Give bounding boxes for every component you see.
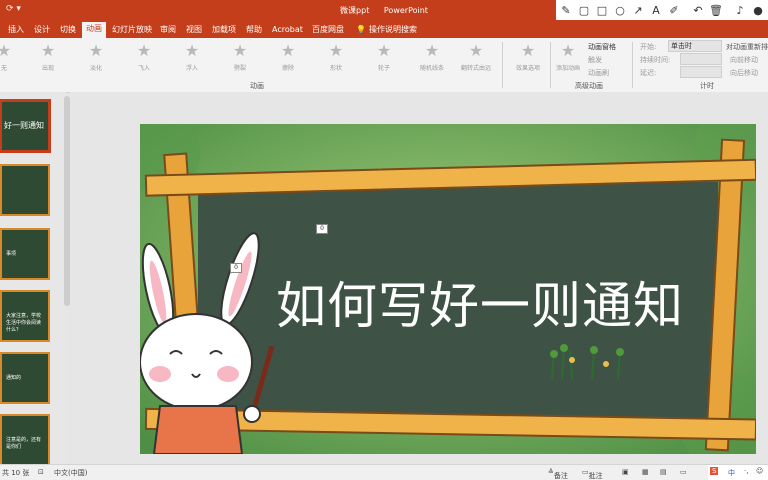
slide-thumbnail-1[interactable]: 好一则通知 <box>0 100 50 152</box>
add-animation-button[interactable]: ★ 添加动画 <box>548 41 588 73</box>
star-icon: ★ <box>40 41 56 60</box>
animation-pane-button[interactable]: 动画窗格 <box>588 42 616 52</box>
group-label-timing: 计时 <box>700 82 714 90</box>
anim-float-in[interactable]: ★ 浮入 <box>172 41 212 73</box>
anim-fly-in[interactable]: ★ 飞入 <box>124 41 164 73</box>
star-icon: ★ <box>328 41 344 60</box>
anim-shape[interactable]: ★ 形状 <box>316 41 356 73</box>
divider <box>632 42 633 88</box>
ime-skin-icon[interactable]: ☺ <box>756 467 763 475</box>
star-icon: ★ <box>232 41 248 60</box>
move-later-button[interactable]: 向后移动 <box>730 68 758 78</box>
tab-insert[interactable]: 插入 <box>4 23 28 38</box>
app-name: PowerPoint <box>383 6 428 15</box>
anim-grow-turn[interactable]: ★ 翻转式由远 <box>456 41 496 73</box>
speaker-icon[interactable]: ♪ <box>732 3 748 19</box>
anim-fade[interactable]: ★ 淡化 <box>76 41 116 73</box>
move-earlier-button[interactable]: 向前移动 <box>730 55 758 65</box>
ribbon-tabs: 插入 设计 切换 动画 幻灯片放映 审阅 视图 加载项 帮助 Acrobat 百… <box>0 20 768 38</box>
pen-icon[interactable]: ✎ <box>558 3 574 19</box>
star-icon: ★ <box>520 41 536 60</box>
slide-thumbnail-5[interactable]: 通知的 <box>0 352 50 404</box>
trigger-button[interactable]: 触发 <box>588 55 602 65</box>
tab-acrobat[interactable]: Acrobat <box>268 23 307 38</box>
status-bar: 共 10 张 ⊡ 中文(中国) ≙ 备注 ▭ 批注 ▣ ▦ ▤ ▭ S 中 ·,… <box>0 464 768 480</box>
anim-wheel[interactable]: ★ 轮子 <box>364 41 404 73</box>
tab-baidu-netdisk[interactable]: 百度网盘 <box>308 23 348 38</box>
gallery-scroll[interactable] <box>502 42 503 88</box>
file-name: 微课ppt <box>340 6 370 15</box>
star-icon: ★ <box>424 41 440 60</box>
reading-view-icon[interactable]: ▤ <box>660 468 667 476</box>
sogou-icon[interactable]: S <box>710 467 719 475</box>
tab-design[interactable]: 设计 <box>30 23 54 38</box>
language-indicator[interactable]: 中文(中国) <box>54 468 87 478</box>
anim-split[interactable]: ★ 劈裂 <box>220 41 260 73</box>
tab-help[interactable]: 帮助 <box>242 23 266 38</box>
ime-punct-icon[interactable]: ·, <box>744 467 748 475</box>
slide-count: 共 10 张 <box>2 469 30 477</box>
anim-none[interactable]: ★ 无 <box>0 41 24 73</box>
star-icon: ★ <box>88 41 104 60</box>
circle-icon[interactable]: ○ <box>612 3 628 19</box>
text-icon[interactable]: A <box>648 3 664 19</box>
anim-appear[interactable]: ★ 出现 <box>28 41 68 73</box>
star-icon: ★ <box>184 41 200 60</box>
normal-view-icon[interactable]: ▣ <box>622 468 629 476</box>
tab-view[interactable]: 视图 <box>182 23 206 38</box>
star-plus-icon: ★ <box>560 41 576 60</box>
delete-icon[interactable]: 🗑 <box>708 3 724 19</box>
notes-button[interactable]: ≙ 备注 <box>548 468 568 480</box>
slide-thumbnail-4[interactable]: 大家注意，学校生活中你会阅读什么？ <box>0 290 50 342</box>
star-icon: ★ <box>136 41 152 60</box>
square-icon[interactable]: □ <box>594 3 610 19</box>
ime-toolbar: S 中 ·, ☺ <box>708 465 768 480</box>
ribbon-animations: ★ 无 ★ 出现 ★ 淡化 ★ 飞入 ★ 浮入 ★ 劈裂 ★ 擦除 ★ 形状 ★ 轮子 ★ 随机线条… <box>0 38 768 93</box>
comments-button[interactable]: ▭ 批注 <box>582 468 603 480</box>
star-icon: ★ <box>376 41 392 60</box>
duration-input[interactable] <box>680 53 722 65</box>
slide-thumbnail-pane: 好一则通知 事项 大家注意，学校生活中你会阅读什么？ 通知的 注意是的，还有是你… <box>0 92 66 466</box>
animation-tag[interactable]: 0 <box>316 224 328 234</box>
tab-animations[interactable]: 动画 <box>82 22 106 38</box>
tab-transitions[interactable]: 切换 <box>56 23 80 38</box>
tell-me-search[interactable]: 💡 操作说明搜索 <box>352 23 421 38</box>
tell-me-label: 操作说明搜索 <box>368 25 417 34</box>
delay-label: 延迟: <box>640 69 657 77</box>
start-select[interactable]: 单击时 <box>668 40 722 52</box>
group-label-advanced: 高级动画 <box>575 82 603 90</box>
anim-wipe[interactable]: ★ 擦除 <box>268 41 308 73</box>
delay-input[interactable] <box>680 66 722 78</box>
slide-sorter-icon[interactable]: ▦ <box>642 468 649 476</box>
animation-tag[interactable]: 0 <box>230 263 242 273</box>
animation-painter-button[interactable]: 动画刷 <box>588 68 609 78</box>
tab-addins[interactable]: 加载项 <box>208 23 240 38</box>
group-label-animation: 动画 <box>250 82 264 90</box>
rectangle-icon[interactable]: ▢ <box>576 3 592 19</box>
slide-thumbnail-3[interactable]: 事项 <box>0 228 50 280</box>
reorder-title: 对动画重新排序 <box>726 43 768 51</box>
effect-options-button[interactable]: ★ 效果选项 <box>508 41 548 73</box>
slide-canvas[interactable]: 如何写好一则通知 0 0 <box>140 124 756 454</box>
tab-review[interactable]: 审阅 <box>156 23 180 38</box>
arrow-icon[interactable]: ↗ <box>630 3 646 19</box>
highlighter-icon[interactable]: ✐ <box>666 3 682 19</box>
spellcheck-icon[interactable]: ⊡ <box>38 468 44 476</box>
undo-icon[interactable]: ↶ <box>690 3 706 19</box>
tab-slideshow[interactable]: 幻灯片放映 <box>108 23 156 38</box>
powerpoint-window: ⟳ ▾ 微课ppt PowerPoint ✎ ▢ □ ○ ↗ A ✐ ↶ 🗑 ♪… <box>0 0 768 480</box>
slide-thumbnail-2[interactable] <box>0 164 50 216</box>
star-icon: ★ <box>468 41 484 60</box>
lightbulb-icon: 💡 <box>356 25 366 34</box>
star-icon: ★ <box>280 41 296 60</box>
ime-mode[interactable]: 中 <box>728 468 735 478</box>
microphone-icon[interactable]: ● <box>750 3 766 19</box>
start-label: 开始: <box>640 43 657 51</box>
star-icon: ★ <box>0 41 12 60</box>
slide-thumbnail-6[interactable]: 注意是的，还有是你们 <box>0 414 50 466</box>
duration-label: 持续时间: <box>640 56 671 64</box>
slide-title[interactable]: 如何写好一则通知 <box>250 266 710 338</box>
anim-random-bars[interactable]: ★ 随机线条 <box>412 41 452 73</box>
slideshow-icon[interactable]: ▭ <box>680 468 687 476</box>
